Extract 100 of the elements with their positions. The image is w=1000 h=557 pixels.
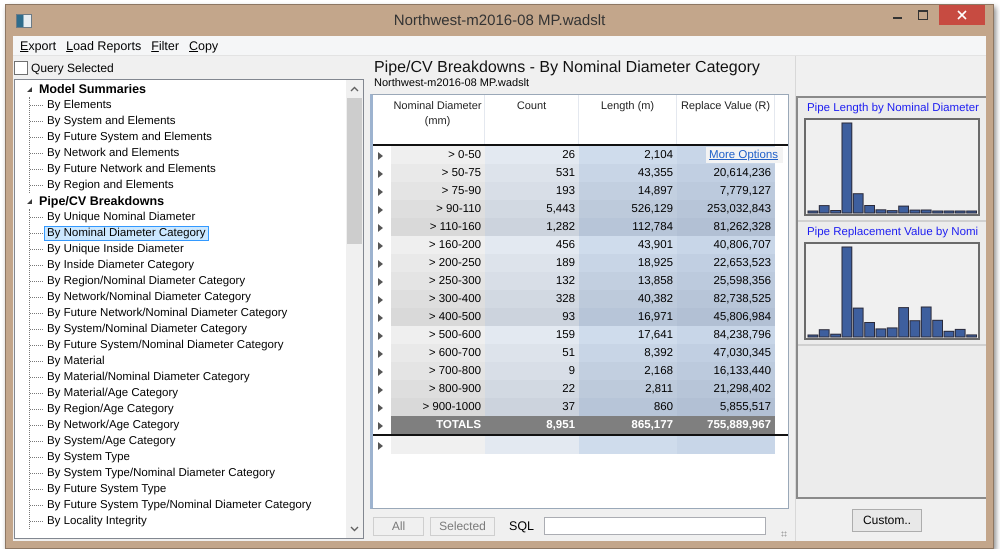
column-header[interactable]: Count bbox=[485, 95, 579, 144]
sql-field[interactable] bbox=[544, 517, 766, 535]
tree-item[interactable]: By System/Nominal Diameter Category bbox=[44, 322, 250, 336]
table-cell: 22 bbox=[485, 380, 579, 398]
table-cell: TOTALS bbox=[391, 416, 485, 434]
scroll-up-icon[interactable] bbox=[350, 86, 359, 92]
table-cell: 40,382 bbox=[579, 290, 677, 308]
tree-item[interactable]: By Region/Nominal Diameter Category bbox=[44, 274, 248, 288]
minimize-icon bbox=[892, 17, 902, 19]
tree-item[interactable]: By Future System Type/Nominal Diameter Category bbox=[44, 498, 314, 512]
tree-item[interactable]: By Material bbox=[44, 354, 108, 368]
scrollbar[interactable] bbox=[346, 80, 363, 538]
tree-item[interactable]: By Future System Type bbox=[44, 482, 170, 496]
tree-item[interactable]: By Unique Inside Diameter bbox=[44, 242, 187, 256]
tree-group[interactable]: Model Summaries bbox=[38, 82, 147, 96]
table-cell: > 0-50 bbox=[391, 146, 485, 164]
table-cell: 755,889,967 bbox=[677, 416, 775, 434]
table-cell: > 400-500 bbox=[391, 308, 485, 326]
tree-item[interactable]: By Region/Age Category bbox=[44, 402, 177, 416]
table-cell: > 90-110 bbox=[391, 200, 485, 218]
table-cell: 189 bbox=[485, 254, 579, 272]
table-cell: 22,653,523 bbox=[677, 254, 775, 272]
tree-item[interactable]: By Future Network/Nominal Diameter Category bbox=[44, 306, 290, 320]
tree-item[interactable]: By Network and Elements bbox=[44, 146, 182, 160]
more-options-link[interactable]: More Options bbox=[706, 147, 784, 163]
tree-item[interactable]: By System/Age Category bbox=[44, 434, 178, 448]
column-header[interactable]: Replace Value (R) bbox=[677, 95, 775, 144]
app-icon bbox=[16, 14, 32, 28]
tree-item[interactable]: By Future Network and Elements bbox=[44, 162, 219, 176]
tree-item[interactable]: By System Type/Nominal Diameter Category bbox=[44, 466, 278, 480]
table-cell: > 110-160 bbox=[391, 218, 485, 236]
table-cell: 2,104 bbox=[579, 146, 677, 164]
tree-item[interactable]: By Network/Age Category bbox=[44, 418, 182, 432]
column-header[interactable]: Length (m) bbox=[579, 95, 677, 144]
table-cell: > 800-900 bbox=[391, 380, 485, 398]
resize-grip-icon bbox=[781, 531, 787, 537]
table-cell: > 500-600 bbox=[391, 326, 485, 344]
tree-item[interactable]: By Unique Nominal Diameter bbox=[44, 210, 198, 224]
table-cell: 159 bbox=[485, 326, 579, 344]
table-cell: 26 bbox=[485, 146, 579, 164]
query-selected-checkbox[interactable] bbox=[14, 61, 28, 75]
chart-title: Pipe Replacement Value by Nomi bbox=[807, 226, 980, 239]
table-cell: 13,858 bbox=[579, 272, 677, 290]
table-cell: 51 bbox=[485, 344, 579, 362]
column-header[interactable]: Nominal Diameter (mm) bbox=[391, 95, 485, 144]
tree-item[interactable]: By Future System/Nominal Diameter Category bbox=[44, 338, 286, 352]
close-icon bbox=[957, 10, 967, 20]
chart-title: Pipe Length by Nominal Diameter bbox=[807, 102, 980, 115]
table-cell: 9 bbox=[485, 362, 579, 380]
table-cell: 16,971 bbox=[579, 308, 677, 326]
table-cell: 20,614,236 bbox=[677, 164, 775, 182]
tree-item[interactable]: By Inside Diameter Category bbox=[44, 258, 198, 272]
menu-item[interactable]: Filter bbox=[146, 38, 184, 52]
table-cell: 25,598,356 bbox=[677, 272, 775, 290]
table-cell: > 160-200 bbox=[391, 236, 485, 254]
menu-item[interactable]: Copy bbox=[184, 38, 224, 52]
table-cell: 43,901 bbox=[579, 236, 677, 254]
table-cell: 93 bbox=[485, 308, 579, 326]
table-cell: > 900-1000 bbox=[391, 398, 485, 416]
table-cell: 84,238,796 bbox=[677, 326, 775, 344]
checkbox-label: Query Selected bbox=[31, 61, 114, 75]
table-cell: 253,032,843 bbox=[677, 200, 775, 218]
tree-item[interactable]: By Future System and Elements bbox=[44, 130, 215, 144]
tree-item[interactable]: By Nominal Diameter Category bbox=[44, 226, 209, 240]
tree-item[interactable]: By Region and Elements bbox=[44, 178, 177, 192]
table-cell: > 700-800 bbox=[391, 362, 485, 380]
report-title: Pipe/CV Breakdowns - By Nominal Diameter Category bbox=[374, 59, 761, 77]
tree-item[interactable]: By Material/Nominal Diameter Category bbox=[44, 370, 253, 384]
sql-label: SQL bbox=[509, 519, 534, 533]
scroll-down-icon[interactable] bbox=[350, 526, 359, 532]
table-cell: 112,784 bbox=[579, 218, 677, 236]
table-cell: 531 bbox=[485, 164, 579, 182]
table-cell: 43,355 bbox=[579, 164, 677, 182]
report-subtitle: Northwest-m2016-08 MP.wadslt bbox=[374, 77, 530, 89]
table-cell: > 250-300 bbox=[391, 272, 485, 290]
table-cell: > 600-700 bbox=[391, 344, 485, 362]
tree-item[interactable]: By Elements bbox=[44, 98, 115, 112]
table-cell: 2,168 bbox=[579, 362, 677, 380]
tree-item[interactable]: By Locality Integrity bbox=[44, 514, 150, 528]
table-cell: > 75-90 bbox=[391, 182, 485, 200]
tree-item[interactable]: By System and Elements bbox=[44, 114, 178, 128]
expander-icon[interactable] bbox=[27, 86, 32, 92]
expander-icon[interactable] bbox=[27, 198, 32, 204]
custom-button[interactable]: Custom.. bbox=[852, 508, 922, 532]
table-cell: 132 bbox=[485, 272, 579, 290]
menu-item[interactable]: Export bbox=[15, 38, 62, 52]
tree-item[interactable]: By Material/Age Category bbox=[44, 386, 182, 400]
table-cell: 47,030,345 bbox=[677, 344, 775, 362]
table-cell: 5,855,517 bbox=[677, 398, 775, 416]
table-cell: 456 bbox=[485, 236, 579, 254]
window-title: Northwest-m2016-08 MP.wadslt bbox=[394, 12, 606, 29]
close-button[interactable] bbox=[939, 5, 985, 25]
table-cell: 865,177 bbox=[579, 416, 677, 434]
tree-group[interactable]: Pipe/CV Breakdowns bbox=[38, 194, 166, 208]
table-cell: 21,298,402 bbox=[677, 380, 775, 398]
tree-item[interactable]: By System Type bbox=[44, 450, 133, 464]
table-cell: 17,641 bbox=[579, 326, 677, 344]
tree-item[interactable]: By Network/Nominal Diameter Category bbox=[44, 290, 254, 304]
table-cell: 860 bbox=[579, 398, 677, 416]
menu-item[interactable]: Load Reports bbox=[61, 38, 146, 52]
